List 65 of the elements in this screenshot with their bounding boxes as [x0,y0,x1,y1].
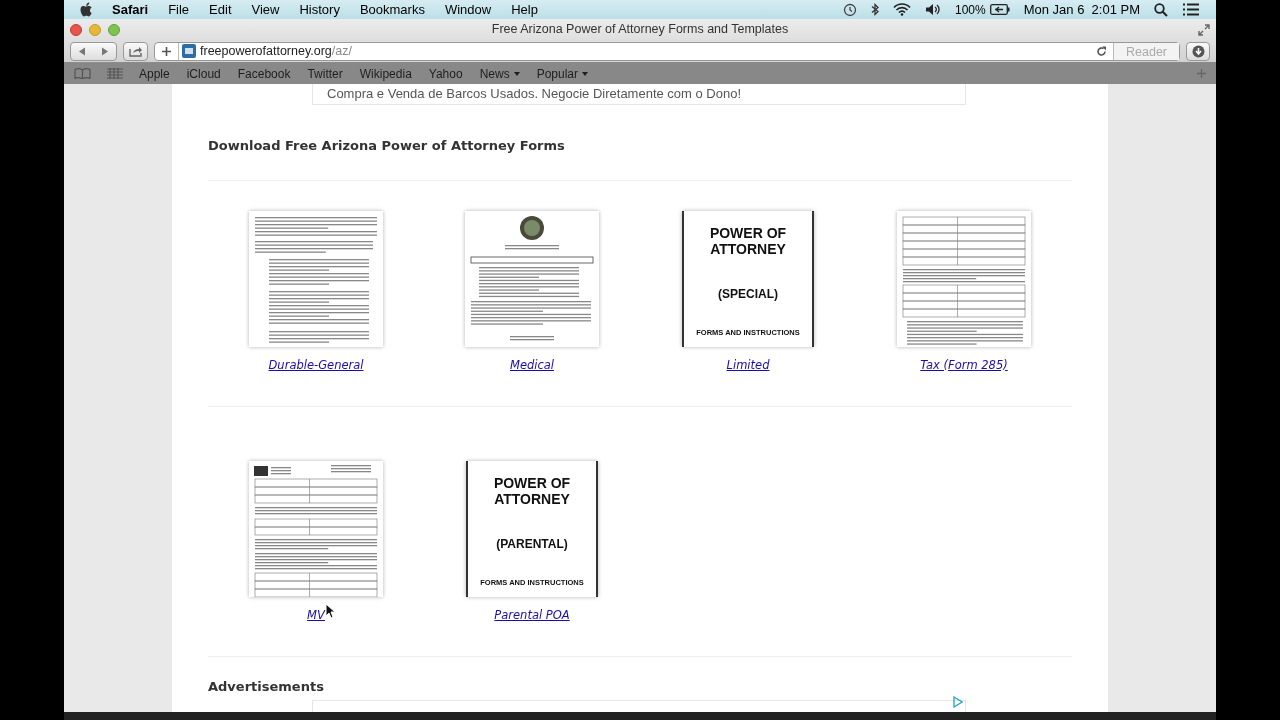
form-link[interactable]: Durable-General [268,357,364,372]
cover-title: ATTORNEY [494,490,570,507]
bookmark-link[interactable]: Facebook [237,64,291,83]
form-link[interactable]: Limited [726,357,770,372]
back-forward-buttons[interactable] [70,41,117,61]
form-link[interactable]: Parental POA [494,607,570,622]
cover-subtitle: (SPECIAL) [718,285,778,303]
downloads-button[interactable] [1186,41,1210,61]
bookmark-link[interactable]: Yahoo [428,64,463,83]
form-link[interactable]: MV [307,607,325,622]
bookmark-link[interactable]: Twitter [307,64,343,83]
bluetooth-icon[interactable] [870,3,879,16]
download-icon [1191,44,1205,58]
menu-item[interactable]: Edit [209,0,232,20]
bookmark-link[interactable]: Wikipedia [359,64,412,83]
bookmarks-book-icon[interactable] [74,68,91,79]
advertisements-heading: Advertisements [208,677,325,696]
volume-icon[interactable] [924,3,941,16]
share-button[interactable] [123,41,148,61]
battery-icon[interactable] [989,4,1010,15]
search-icon[interactable] [1154,2,1168,17]
apple-icon[interactable] [80,1,94,18]
cover-subtitle: (PARENTAL) [496,535,568,553]
mouse-cursor [324,602,336,619]
zoom-button[interactable] [108,23,120,36]
bookmark-menu[interactable]: News [479,64,520,83]
url-text: freepowerofattorney.org [200,43,332,58]
menu-item[interactable]: View [251,0,280,20]
menu-item[interactable]: Help [511,0,538,20]
fullscreen-icon[interactable] [1198,23,1210,36]
list-icon[interactable] [1182,3,1200,16]
window-title: Free Arizona Power of Attorney Forms and Templates [490,21,790,39]
wifi-icon[interactable] [892,3,911,16]
app-menu[interactable]: Safari [112,0,149,20]
document-thumbnail[interactable] [249,460,383,597]
address-bar[interactable]: freepowerofattorney.org/az/ Reader [154,41,1180,61]
close-button[interactable] [70,23,82,36]
document-thumbnail[interactable] [897,210,1031,347]
cover-title: ATTORNEY [710,240,786,257]
menu-item[interactable]: File [168,0,190,20]
bookmark-link[interactable]: iCloud [186,64,221,83]
form-link[interactable]: Medical [509,357,555,372]
clock-icon[interactable] [842,2,857,17]
forward-icon[interactable] [100,46,109,56]
url-path: /az/ [331,43,352,58]
bookmark-menu[interactable]: Popular [536,64,588,83]
ad-banner[interactable]: Compra e Venda de Barcos Usados. Negocie Diretamente com o Dono! [312,84,966,106]
ad-text[interactable]: Compra e Venda de Barcos Usados. Negocie Diretamente com o Dono! [327,84,742,104]
form-link[interactable]: Tax (Form 285) [920,357,1008,372]
menu-item[interactable]: History [299,0,340,20]
back-icon[interactable] [78,46,87,56]
reload-icon[interactable] [1096,45,1107,57]
section-heading: Download Free Arizona Power of Attorney Forms [208,137,566,156]
battery-percentage: 100% [954,1,986,19]
menu-item[interactable]: Window [444,0,492,20]
cover-title: POWER OF [709,224,787,241]
bookmark-link[interactable]: Apple [139,64,170,83]
document-thumbnail[interactable] [249,210,383,347]
ad-choices-icon[interactable] [953,696,963,709]
share-icon [128,45,143,57]
menu-item[interactable]: Bookmarks [359,0,425,20]
cover-title: POWER OF [493,474,571,491]
document-thumbnail[interactable] [465,210,599,347]
site-favicon [182,44,196,58]
menu-bar-clock[interactable]: Mon Jan 6 2:01 PM [1023,0,1140,20]
